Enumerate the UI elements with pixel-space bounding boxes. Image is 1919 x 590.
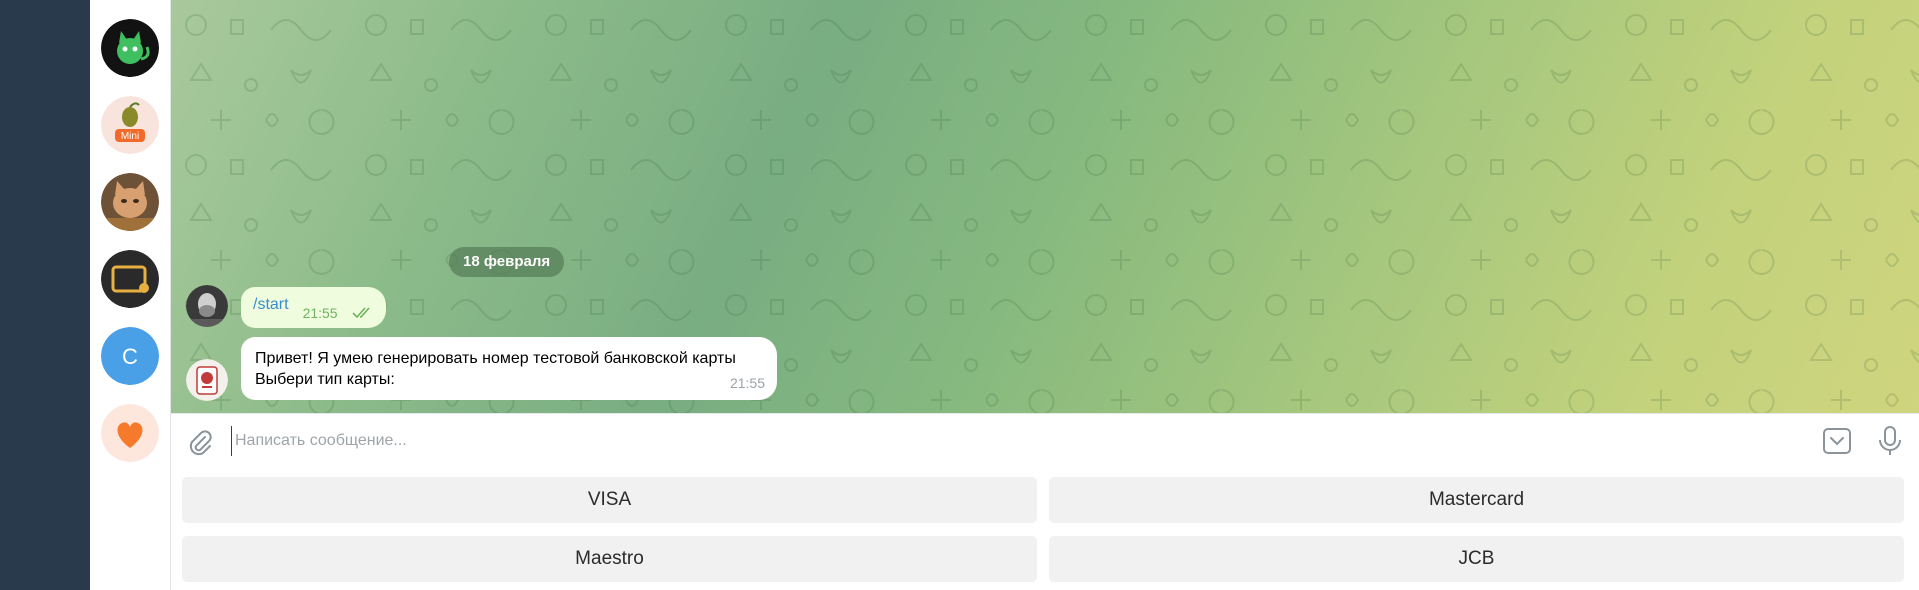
paperclip-icon[interactable] [186,428,214,456]
read-checks-icon [352,306,370,318]
bot-keyboard-toggle-icon[interactable] [1822,426,1852,456]
letter-avatar-icon: C [101,327,159,385]
microphone-icon[interactable] [1876,425,1904,457]
message-line-1: Привет! Я умею генерировать номер тестов… [255,350,736,367]
left-panel [0,0,90,590]
bot-avatar[interactable] [186,359,228,401]
maestro-button[interactable]: Maestro [182,536,1037,582]
chat-area: 18 февраля /start 21:55 Привет! Я умею г… [171,0,1919,413]
bot-reply-keyboard: VISA Mastercard Maestro JCB [171,466,1919,590]
user-avatar[interactable] [186,285,228,327]
heart-icon [101,404,159,462]
tv-icon [101,250,159,308]
keyboard-row: Maestro JCB [182,536,1904,582]
bot-card-icon [186,359,228,401]
message-line-2: Выбери тип карты: [255,371,395,388]
outgoing-message: /start 21:55 [241,287,386,328]
visa-button[interactable]: VISA [182,477,1037,523]
olive-icon: Mini [101,96,159,154]
chat-avatar-cat-bot[interactable] [101,19,159,77]
message-input[interactable] [231,426,1581,456]
message-composer [171,413,1919,466]
user-photo-icon [186,285,228,327]
chat-avatar-cat-photo[interactable] [101,173,159,231]
chat-avatar-contact-c[interactable]: C [101,327,159,385]
chat-avatar-tv-bot[interactable] [101,250,159,308]
jcb-button[interactable]: JCB [1049,536,1904,582]
message-time: 21:55 [302,304,338,321]
start-command-link[interactable]: /start [253,296,289,314]
date-separator: 18 февраля [449,247,565,277]
chat-sidebar: Mini C [90,0,171,590]
message-time: 21:55 [729,375,765,391]
mastercard-button[interactable]: Mastercard [1049,477,1904,523]
cat-photo-icon [101,173,159,231]
cat-bot-icon [101,19,159,77]
contact-letter: C [122,344,138,369]
incoming-message: Привет! Я умею генерировать номер тестов… [241,337,777,400]
keyboard-row: VISA Mastercard [182,477,1904,523]
chat-avatar-mini-app[interactable]: Mini [101,96,159,154]
mini-badge: Mini [121,131,139,142]
chat-avatar-heart-app[interactable] [101,404,159,462]
